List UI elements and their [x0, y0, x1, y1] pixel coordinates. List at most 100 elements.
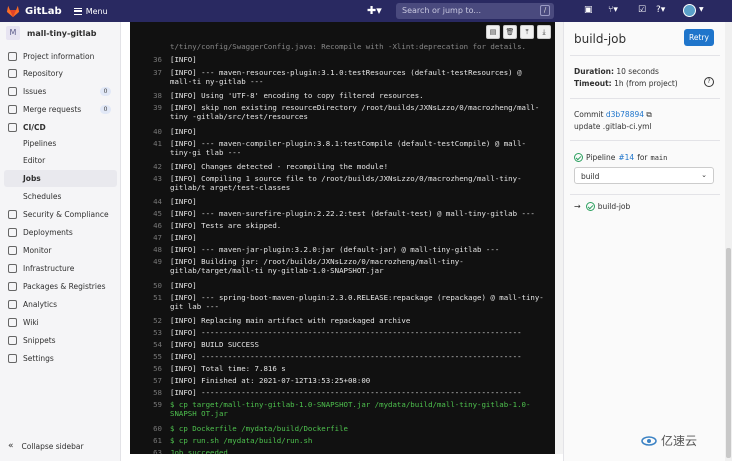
stage-select[interactable]: build ⌄	[574, 167, 714, 184]
sidebar-item-label: Repository	[23, 69, 63, 78]
log-line-number[interactable]: 51	[130, 293, 162, 302]
chevron-down-icon: ⌄	[701, 171, 707, 179]
erase-log-button[interactable]: 🗑	[503, 25, 517, 39]
watermark: 亿速云	[641, 432, 697, 449]
log-line-number[interactable]: 56	[130, 364, 162, 373]
menu-button[interactable]: Menu	[73, 6, 108, 16]
help-icon[interactable]: ?▾	[656, 5, 665, 15]
gitlab-logo[interactable]: GitLab	[6, 4, 62, 18]
log-line-number[interactable]: 52	[130, 316, 162, 325]
log-line-number[interactable]: 36	[130, 55, 162, 64]
sidebar-subitem-pipelines[interactable]: Pipelines	[0, 135, 121, 152]
sidebar-item-deployments[interactable]: Deployments	[0, 224, 121, 241]
sidebar: M mall-tiny-gitlab Project information R…	[0, 22, 121, 461]
timeout-label: Timeout:	[574, 79, 612, 88]
collapse-sidebar-button[interactable]: « Collapse sidebar	[8, 441, 84, 451]
copy-icon[interactable]: ⧉	[646, 110, 651, 119]
package-icon	[8, 282, 17, 291]
sidebar-item-infrastructure[interactable]: Infrastructure	[0, 260, 121, 277]
sidebar-item-merge-requests[interactable]: Merge requests 0	[0, 101, 121, 118]
shield-icon	[8, 210, 17, 219]
scroll-to-bottom-button[interactable]: ⤓	[537, 25, 551, 39]
sidebar-item-label: Project information	[23, 52, 95, 61]
chevron-down-icon[interactable]: ▼	[699, 6, 704, 13]
log-line-number[interactable]: 53	[130, 328, 162, 337]
log-line-number[interactable]: 57	[130, 376, 162, 385]
sidebar-item-settings[interactable]: Settings	[0, 350, 121, 367]
sidebar-item-issues[interactable]: Issues 0	[0, 83, 121, 100]
log-text: [INFO]	[170, 233, 197, 242]
log-text: [INFO] Total time: 7.816 s	[170, 364, 286, 373]
sidebar-item-cicd[interactable]: CI/CD	[0, 119, 121, 136]
plus-icon[interactable]: ✚▾	[367, 4, 382, 17]
monitor-icon	[8, 246, 17, 255]
pipeline-for: for	[637, 153, 648, 162]
log-line-number[interactable]: 41	[130, 139, 162, 148]
user-avatar[interactable]	[683, 4, 696, 17]
issues-icon[interactable]: ▣	[584, 5, 593, 15]
status-success-icon	[585, 202, 595, 211]
scrollbar-thumb[interactable]	[726, 248, 731, 458]
sidebar-item-wiki[interactable]: Wiki	[0, 314, 121, 331]
log-text: [INFO] Tests are skipped.	[170, 221, 282, 230]
log-line-number[interactable]: 37	[130, 68, 162, 77]
log-toolbar: ▤ 🗑 ⤒ ⤓	[483, 25, 551, 39]
menu-label: Menu	[85, 6, 108, 16]
sidebar-item-label: Merge requests	[23, 105, 82, 114]
log-line-number[interactable]: 44	[130, 197, 162, 206]
sidebar-item-snippets[interactable]: Snippets	[0, 332, 121, 349]
log-line-number[interactable]: 54	[130, 340, 162, 349]
job-list-item[interactable]: → build-job	[574, 202, 630, 211]
hamburger-icon	[73, 7, 82, 15]
sidebar-item-label: Snippets	[23, 336, 56, 345]
sidebar-item-analytics[interactable]: Analytics	[0, 296, 121, 313]
log-line-number[interactable]: 55	[130, 352, 162, 361]
commit-sha-link[interactable]: d3b78894	[606, 110, 644, 119]
project-header[interactable]: M mall-tiny-gitlab	[0, 22, 120, 44]
job-sidebar: build-job Retry Duration: 10 seconds Tim…	[563, 22, 725, 461]
todo-icon[interactable]: ☑	[638, 5, 646, 15]
log-line-number[interactable]: 42	[130, 162, 162, 171]
sidebar-item-security[interactable]: Security & Compliance	[0, 206, 121, 223]
count-badge: 0	[100, 105, 111, 114]
log-text: [INFO] --- maven-compiler-plugin:3.8.1:t…	[170, 139, 526, 157]
log-line-number[interactable]: 46	[130, 221, 162, 230]
sidebar-subitem-schedules[interactable]: Schedules	[0, 188, 121, 205]
help-icon[interactable]: ?	[704, 77, 714, 87]
log-line-number[interactable]: 40	[130, 127, 162, 136]
log-line-number[interactable]: 39	[130, 103, 162, 112]
log-line-number[interactable]: 38	[130, 91, 162, 100]
retry-button[interactable]: Retry	[684, 29, 714, 46]
sidebar-subitem-jobs[interactable]: Jobs	[4, 170, 117, 187]
branch-name[interactable]: main	[651, 154, 668, 162]
log-line-number[interactable]: 49	[130, 257, 162, 266]
log-line-number[interactable]: 58	[130, 388, 162, 397]
log-line-number[interactable]: 63	[130, 448, 162, 454]
log-line-number[interactable]: 60	[130, 424, 162, 433]
merge-requests-icon[interactable]: ⑂▾	[608, 5, 618, 15]
status-success-icon[interactable]	[574, 153, 583, 162]
log-line-number[interactable]: 45	[130, 209, 162, 218]
sidebar-item-packages[interactable]: Packages & Registries	[0, 278, 121, 295]
pipeline-link[interactable]: #14	[618, 153, 634, 162]
sidebar-item-label: CI/CD	[23, 123, 46, 132]
log-line-number[interactable]: 59	[130, 400, 162, 409]
log-line-number[interactable]: 43	[130, 174, 162, 183]
sidebar-item-monitor[interactable]: Monitor	[0, 242, 121, 259]
sidebar-subitem-editor[interactable]: Editor	[0, 152, 121, 169]
log-line-number[interactable]: 50	[130, 281, 162, 290]
log-line-number[interactable]: 48	[130, 245, 162, 254]
log-text: $ cp Dockerfile /mydata/build/Dockerfile	[170, 424, 348, 433]
search-input[interactable]: Search or jump to... /	[396, 3, 554, 19]
cloud-icon	[8, 264, 17, 273]
sidebar-item-repository[interactable]: Repository	[0, 65, 121, 82]
scroll-to-top-button[interactable]: ⤒	[520, 25, 534, 39]
log-line-number[interactable]: 61	[130, 436, 162, 445]
raw-log-button[interactable]: ▤	[486, 25, 500, 39]
page-scrollbar[interactable]	[725, 22, 732, 461]
log-line-number[interactable]: 47	[130, 233, 162, 242]
duration-label: Duration:	[574, 67, 614, 76]
log-scrollbar[interactable]	[555, 22, 563, 454]
log-text: [INFO] skip non existing resourceDirecto…	[170, 103, 540, 121]
sidebar-item-project-information[interactable]: Project information	[0, 48, 121, 65]
